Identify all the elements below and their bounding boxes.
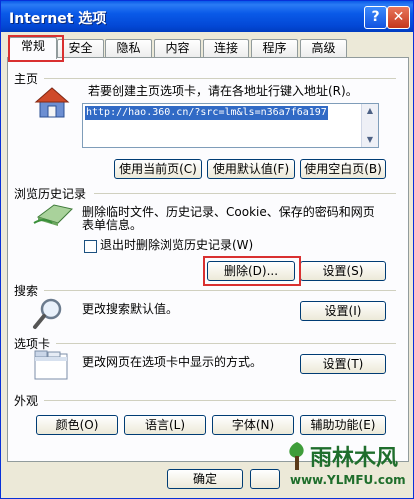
tree-logo-icon <box>289 442 304 470</box>
use-current-button[interactable]: 使用当前页(C) <box>114 159 202 179</box>
delete-on-exit-checkbox[interactable] <box>84 240 97 253</box>
house-icon <box>34 87 70 118</box>
fonts-button[interactable]: 字体(N) <box>212 415 294 435</box>
divider <box>44 290 396 291</box>
eraser-icon <box>33 204 73 226</box>
section-title-appearance: 外观 <box>14 394 39 408</box>
title-bar: Internet 选项 ? ✕ <box>1 1 413 32</box>
general-panel: 主页 若要创建主页选项卡，请在各地址行键入地址(R)。 http://hao.3… <box>7 57 409 462</box>
colors-button[interactable]: 颜色(O) <box>36 415 118 435</box>
search-settings-button[interactable]: 设置(I) <box>300 301 386 321</box>
tabs-description: 更改网页在选项卡中显示的方式。 <box>82 355 263 369</box>
delete-on-exit-label[interactable]: 退出时删除浏览历史记录(W) <box>100 238 253 253</box>
home-url-textarea[interactable]: http://hao.360.cn/?src=lm&ls=n36a7f6a197… <box>82 103 379 148</box>
scroll-up-icon[interactable]: ▲ <box>362 104 378 118</box>
scroll-down-icon[interactable]: ▼ <box>362 133 378 147</box>
home-description: 若要创建主页选项卡，请在各地址行键入地址(R)。 <box>88 84 358 98</box>
cancel-button-partial[interactable] <box>250 469 280 489</box>
watermark-brand: 雨林木风 <box>310 446 399 471</box>
ok-button[interactable]: 确定 <box>167 469 243 489</box>
accessibility-button[interactable]: 辅助功能(E) <box>300 415 386 435</box>
magnifier-icon <box>33 298 62 329</box>
divider <box>94 193 396 194</box>
history-description-line2: 表单信息。 <box>82 218 143 232</box>
tab-security[interactable]: 安全 <box>57 39 104 58</box>
use-default-button[interactable]: 使用默认值(F) <box>207 159 295 179</box>
internet-options-window: Internet 选项 ? ✕ 常规 安全 隐私 内容 连接 程序 高级 主页 … <box>0 0 414 499</box>
highlight-box-delete <box>203 256 301 286</box>
watermark-url: www.YLMFU.com <box>290 473 406 487</box>
tab-advanced[interactable]: 高级 <box>300 39 347 58</box>
history-settings-button[interactable]: 设置(S) <box>300 261 386 281</box>
tab-privacy[interactable]: 隐私 <box>105 39 152 58</box>
tabs-window-icon <box>34 350 68 380</box>
use-blank-button[interactable]: 使用空白页(B) <box>300 159 386 179</box>
url-scrollbar[interactable]: ▲ ▼ <box>361 104 378 147</box>
close-button[interactable]: ✕ <box>387 6 410 29</box>
divider <box>56 343 396 344</box>
search-description: 更改搜索默认值。 <box>82 302 179 316</box>
divider <box>44 78 396 79</box>
tab-connections[interactable]: 连接 <box>203 39 249 58</box>
tab-programs[interactable]: 程序 <box>251 39 298 58</box>
languages-button[interactable]: 语言(L) <box>124 415 206 435</box>
highlight-box-general-tab <box>8 35 64 62</box>
tab-content[interactable]: 内容 <box>154 39 201 58</box>
window-title: Internet 选项 <box>9 11 107 27</box>
section-title-home: 主页 <box>14 72 39 86</box>
home-url-value: http://hao.360.cn/?src=lm&ls=n36a7f6a197 <box>85 106 328 120</box>
tabs-settings-button[interactable]: 设置(T) <box>300 354 386 374</box>
watermark: 雨林木风 www.YLMFU.com <box>280 436 414 499</box>
help-button[interactable]: ? <box>364 6 387 29</box>
divider <box>44 400 396 401</box>
tab-strip: 常规 安全 隐私 内容 连接 程序 高级 <box>7 37 409 59</box>
